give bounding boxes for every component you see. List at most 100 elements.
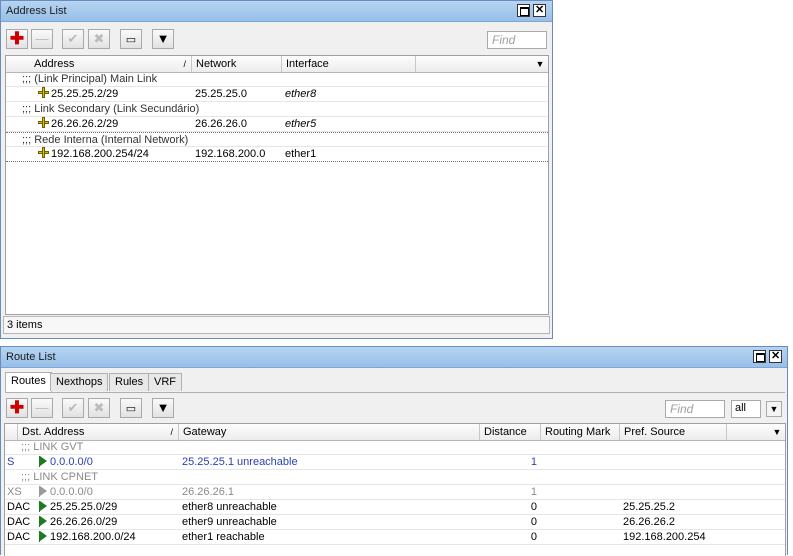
comment-text: ;;; (Link Principal) Main Link [22,73,158,85]
disable-button[interactable]: ✖ [88,29,110,49]
table-row[interactable]: 192.168.200.254/24 192.168.200.0 ether1 [6,147,548,162]
route-flag-icon [40,456,47,466]
maximize-icon[interactable] [517,4,530,17]
tab-rules[interactable]: Rules [109,373,150,391]
list-item[interactable]: ;;; (Link Principal) Main Link [6,72,548,87]
network-cell: 192.168.200.0 [195,148,266,160]
table-row[interactable]: 26.26.26.2/29 26.26.26.0 ether5 [6,117,548,132]
comment-text: ;;; LINK GVT [21,441,84,453]
list-item[interactable]: ;;; Rede Interna (Internal Network) [6,132,548,147]
column-menu-arrow-icon[interactable]: ▼ [769,424,785,440]
table-header: Address / Network Interface ▼ [6,56,548,73]
check-icon: ✔ [67,31,79,46]
address-icon [38,117,49,128]
dst-address-cell: 25.25.25.0/29 [39,500,117,515]
route-list-titlebar[interactable]: Route List [1,347,787,368]
route-flag-icon [40,501,47,511]
route-flag-icon [40,486,47,496]
column-header-dst-address[interactable]: Dst. Address / [18,424,179,440]
table-header: Dst. Address / Gateway Distance Routing M… [5,424,785,441]
address-cell: 192.168.200.254/24 [38,147,149,162]
network-cell: 25.25.25.0 [195,88,247,100]
remove-button[interactable]: — [31,398,53,418]
table-row[interactable]: DAC 25.25.25.0/29 ether8 unreachable 0 2… [5,500,785,515]
column-menu-arrow-icon[interactable]: ▼ [532,56,548,72]
interface-cell: ether8 [285,88,317,100]
tab-nexthops[interactable]: Nexthops [50,373,109,391]
column-header-distance[interactable]: Distance [480,424,541,440]
distance-cell: 1 [530,486,537,498]
flags-cell: DAC [7,531,31,543]
x-icon: ✖ [93,400,105,415]
address-cell: 26.26.26.2/29 [38,117,118,132]
filter-button[interactable]: ▼ [152,29,174,49]
column-header-flags[interactable] [5,424,18,440]
tab-routes[interactable]: Routes [5,372,52,392]
column-header-pref-source[interactable]: Pref. Source [620,424,727,440]
plus-icon: ✚ [9,398,25,417]
maximize-icon[interactable] [753,350,766,363]
add-button[interactable]: ✚ [6,29,28,49]
comment-button[interactable]: ▭ [120,29,142,49]
column-header-routing-mark[interactable]: Routing Mark [541,424,620,440]
comment-text: ;;; LINK CPNET [21,471,99,483]
column-header-address[interactable]: Address / [6,56,192,72]
gateway-cell: ether1 reachable [182,531,265,543]
close-icon[interactable] [769,349,782,363]
filter-select[interactable]: all [731,400,761,418]
list-item[interactable]: ;;; LINK GVT [5,440,785,455]
interface-cell: ether1 [285,148,317,160]
column-header-interface[interactable]: Interface [282,56,416,72]
flags-cell: DAC [7,501,31,513]
x-icon: ✖ [93,31,105,46]
route-flag-icon [40,531,47,541]
comment-text: ;;; Rede Interna (Internal Network) [22,134,189,146]
table-row[interactable]: DAC 26.26.26.0/29 ether9 unreachable 0 2… [5,515,785,530]
address-cell: 25.25.25.2/29 [38,87,118,102]
dst-address-cell: 192.168.200.0/24 [39,530,136,545]
address-list-window: Address List ✚ — ✔ ✖ ▭ ▼ Find Address/ N… [0,0,553,339]
flags-cell: XS [7,486,22,498]
enable-button[interactable]: ✔ [62,398,84,418]
enable-button[interactable]: ✔ [62,29,84,49]
distance-cell: 0 [530,516,537,528]
comment-icon: ▭ [125,34,137,46]
pref-source-cell: 25.25.25.2 [623,501,675,513]
gateway-cell: ether9 unreachable [182,516,277,528]
filter-button[interactable]: ▼ [152,398,174,418]
minus-icon: — [35,31,49,46]
address-list-titlebar[interactable]: Address List [1,1,552,22]
minus-icon: — [35,400,49,415]
route-table: Dst. Address / Gateway Distance Routing M… [4,423,786,556]
address-icon [38,87,49,98]
table-row[interactable]: 25.25.25.2/29 25.25.25.0 ether8 [6,87,548,102]
comment-button[interactable]: ▭ [120,398,142,418]
column-header-gateway[interactable]: Gateway [179,424,480,440]
close-icon[interactable] [533,3,546,17]
window-title: Address List [6,5,67,17]
network-cell: 26.26.26.0 [195,118,247,130]
add-button[interactable]: ✚ [6,398,28,418]
list-item[interactable]: ;;; LINK CPNET [5,470,785,485]
column-header-network[interactable]: Network [192,56,282,72]
route-list-window: Route List Routes Nexthops Rules VRF ✚ —… [0,346,788,556]
funnel-icon: ▼ [156,400,170,415]
dst-address-cell: 26.26.26.0/29 [39,515,117,530]
table-row[interactable]: XS 0.0.0.0/0 26.26.26.1 1 [5,485,785,500]
disable-button[interactable]: ✖ [88,398,110,418]
find-input[interactable]: Find [665,400,725,418]
gateway-cell: 25.25.25.1 unreachable [182,456,298,468]
distance-cell: 1 [530,456,537,468]
gateway-cell: 26.26.26.1 [182,486,234,498]
find-input[interactable]: Find [487,31,547,49]
table-row[interactable]: S 0.0.0.0/0 25.25.25.1 unreachable 1 [5,455,785,470]
table-row[interactable]: DAC 192.168.200.0/24 ether1 reachable 0 … [5,530,785,545]
window-title: Route List [6,351,56,363]
filter-dropdown-icon[interactable]: ▼ [766,401,782,417]
tab-vrf[interactable]: VRF [148,373,182,391]
check-icon: ✔ [67,400,79,415]
dst-address-cell: 0.0.0.0/0 [39,455,93,470]
pref-source-cell: 192.168.200.254 [623,531,706,543]
remove-button[interactable]: — [31,29,53,49]
list-item[interactable]: ;;; Link Secondary (Link Secundário) [6,102,548,117]
